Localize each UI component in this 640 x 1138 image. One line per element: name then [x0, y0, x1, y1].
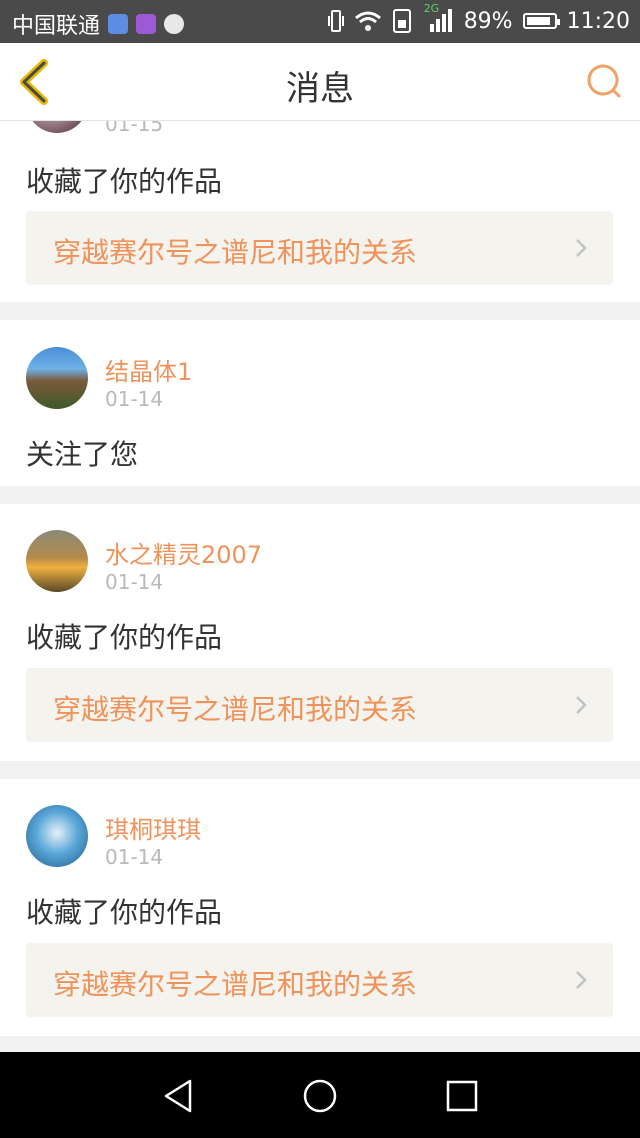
avatar[interactable] [26, 530, 88, 592]
app-header: 消息 [0, 43, 640, 121]
location-app-icon [108, 14, 129, 34]
search-icon[interactable] [586, 63, 622, 99]
user-name[interactable]: 琪桐琪琪 [105, 810, 201, 845]
status-bar: 中国联通 2G 89% 11:20 [0, 0, 640, 43]
emoji-app-icon [164, 14, 185, 34]
chevron-right-icon [576, 696, 587, 714]
chevron-right-icon [576, 971, 587, 989]
message-date: 01-14 [105, 570, 164, 594]
work-title: 穿越赛尔号之谱尼和我的关系 [53, 693, 418, 726]
nav-back-icon[interactable] [160, 1077, 198, 1115]
work-title: 穿越赛尔号之谱尼和我的关系 [53, 236, 418, 269]
wifi-icon [354, 11, 381, 31]
vibrate-icon [327, 10, 344, 32]
chevron-right-icon [576, 239, 587, 257]
message-date: 01-15 [105, 121, 164, 136]
user-name[interactable]: 水之精灵2007 [105, 535, 262, 570]
message-date: 01-14 [105, 845, 164, 869]
avatar[interactable] [26, 347, 88, 409]
message-action: 收藏了你的作品 [26, 165, 223, 198]
user-name[interactable]: 结晶体1 [105, 352, 192, 387]
work-title: 穿越赛尔号之谱尼和我的关系 [53, 968, 418, 1001]
nav-recent-icon[interactable] [443, 1077, 481, 1115]
message-item: 结晶体1 01-14 关注了您 [0, 320, 640, 486]
message-item: 琪桐琪琪 01-14 收藏了你的作品 穿越赛尔号之谱尼和我的关系 [0, 779, 640, 1036]
message-action: 收藏了你的作品 [26, 621, 223, 654]
clock: 11:20 [566, 8, 630, 34]
message-action: 关注了您 [26, 438, 139, 471]
work-link[interactable]: 穿越赛尔号之谱尼和我的关系 [26, 211, 613, 285]
battery-icon [522, 13, 560, 29]
sim-icon [392, 9, 411, 33]
gallery-app-icon [136, 14, 157, 34]
message-item: 水之精灵2007 01-14 收藏了你的作品 穿越赛尔号之谱尼和我的关系 [0, 504, 640, 761]
carrier-label: 中国联通 [12, 14, 101, 39]
signal-icon: 2G [424, 2, 454, 34]
system-nav-bar [0, 1052, 640, 1138]
message-action: 收藏了你的作品 [26, 896, 223, 929]
nav-home-icon[interactable] [301, 1077, 339, 1115]
work-link[interactable]: 穿越赛尔号之谱尼和我的关系 [26, 668, 613, 742]
message-list[interactable]: 01-15 收藏了你的作品 穿越赛尔号之谱尼和我的关系 结晶体1 01-14 关… [0, 121, 640, 1052]
battery-percent: 89% [463, 8, 513, 34]
message-date: 01-14 [105, 387, 164, 411]
work-link[interactable]: 穿越赛尔号之谱尼和我的关系 [26, 943, 613, 1017]
avatar[interactable] [26, 805, 88, 867]
page-title: 消息 [286, 69, 354, 109]
message-item: 01-15 收藏了你的作品 穿越赛尔号之谱尼和我的关系 [0, 121, 640, 302]
avatar[interactable] [26, 121, 88, 133]
